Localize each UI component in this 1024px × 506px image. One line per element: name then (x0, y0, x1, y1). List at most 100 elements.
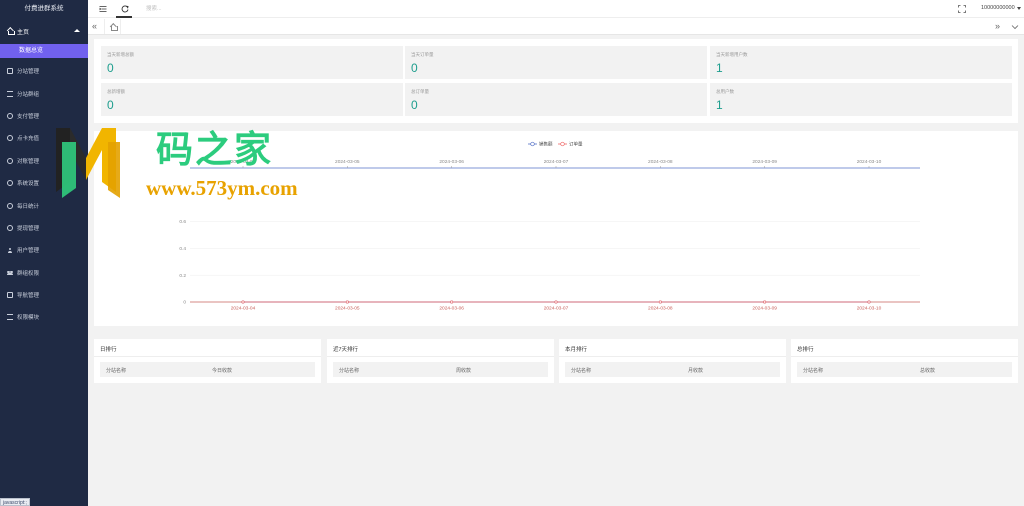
column-header: 分站名称 (339, 368, 360, 374)
user-menu[interactable]: 10000000000 (981, 5, 1021, 11)
sidebar-item-label: 群组权限 (17, 270, 40, 277)
scroll-left-icon[interactable]: « (92, 20, 97, 32)
stat-card: 当天新增用户数 1 (710, 46, 1012, 79)
sidebar-item[interactable]: 权限模块 (0, 306, 88, 328)
x-tick-label: 2024-03-09 (752, 306, 777, 312)
column-header: 月收款 (688, 368, 704, 374)
circle-icon (7, 157, 13, 164)
column-header: 周收款 (456, 368, 472, 374)
watermark: 码之家 www.573ym.com (56, 128, 346, 202)
column-header: 今日收款 (212, 368, 233, 374)
sidebar-item-label: 权限模块 (17, 315, 40, 322)
stat-value: 0 (107, 98, 114, 112)
box-icon (7, 68, 13, 75)
lines-icon (7, 314, 13, 321)
x-tick-label: 2024-03-07 (544, 159, 569, 165)
circle-icon (7, 202, 13, 209)
x-tick-label: 2024-03-08 (648, 159, 673, 165)
stat-card: 总用户数 1 (710, 83, 1012, 116)
stat-value: 0 (411, 98, 418, 112)
top-header: 10000000000 (88, 0, 1024, 18)
search-input[interactable] (146, 4, 266, 14)
circle-icon (7, 224, 13, 231)
y-tick-label: 0.4 (179, 246, 186, 252)
sidebar-item-dashboard[interactable]: 数据总览 (0, 44, 88, 58)
ranking-title: 近7天排行 (333, 347, 359, 353)
sidebar-item[interactable]: 导航管理 (0, 284, 88, 306)
x-tick-label: 2024-03-07 (544, 306, 569, 312)
column-header: 分站名称 (571, 368, 592, 374)
x-tick-label: 2024-03-10 (857, 306, 882, 312)
status-bar-url: javascript:; (0, 498, 30, 506)
data-point (554, 300, 558, 304)
home-icon (111, 24, 118, 31)
circle-icon (7, 135, 13, 142)
box-icon (7, 292, 13, 299)
ranking-panel: 日排行 分站名称 今日收款 (94, 339, 321, 383)
stat-label: 当天新增总额 (107, 52, 134, 57)
data-point (658, 300, 662, 304)
ranking-table-header: 分站名称 周收款 (333, 362, 548, 377)
scroll-right-icon[interactable]: » (995, 20, 1000, 32)
stat-value: 0 (107, 61, 114, 75)
menu-toggle-icon[interactable] (98, 4, 108, 14)
y-tick-label: 0.2 (179, 273, 186, 279)
sidebar-item-label: 用户管理 (17, 248, 40, 255)
watermark-logo-icon (56, 128, 120, 198)
users-icon (7, 270, 13, 276)
refresh-icon[interactable] (120, 4, 130, 14)
user-icon (7, 247, 13, 254)
y-tick-label: 0.6 (179, 219, 186, 225)
ranking-table-header: 分站名称 总收款 (797, 362, 1012, 377)
tab-home[interactable] (104, 19, 121, 34)
sidebar-item-label: 每日统计 (17, 203, 40, 210)
stat-card: 总新增额 0 (101, 83, 403, 116)
circle-icon (7, 112, 13, 119)
column-header: 分站名称 (803, 368, 824, 374)
sidebar-item-label: 点卡充值 (17, 136, 40, 143)
sidebar-group-label: 主页 (17, 29, 30, 36)
stats-panel: 当天新增总额 0 当天订单量 0 当天新增用户数 1 总新增额 0 总订单量 0… (94, 39, 1018, 123)
chevron-down-icon (1016, 6, 1021, 10)
x-tick-label: 2024-03-08 (648, 306, 673, 312)
data-point (867, 300, 871, 304)
data-point (763, 300, 767, 304)
sidebar-item[interactable]: 分站群组 (0, 82, 88, 104)
ranking-table-header: 分站名称 月收款 (565, 362, 780, 377)
legend-marker (560, 141, 565, 147)
sidebar-item[interactable]: 支付管理 (0, 105, 88, 127)
sidebar-item[interactable]: 提现管理 (0, 217, 88, 239)
divider (791, 356, 1018, 357)
sidebar-item[interactable]: 用户管理 (0, 239, 88, 261)
ranking-panel: 总排行 分站名称 总收款 (791, 339, 1018, 383)
sidebar-group-home[interactable]: 主页 (0, 18, 88, 44)
stat-label: 总新增额 (107, 89, 125, 94)
legend-label: 订单量 (569, 141, 583, 148)
column-header: 总收款 (920, 368, 936, 374)
ranking-panel: 本月排行 分站名称 月收款 (559, 339, 786, 383)
username: 10000000000 (981, 5, 1015, 11)
fullscreen-icon[interactable] (958, 5, 966, 13)
ranking-title: 本月排行 (565, 347, 588, 353)
x-tick-label: 2024-03-04 (231, 306, 256, 312)
sidebar-item-label: 提现管理 (17, 225, 40, 232)
divider (327, 356, 554, 357)
caret-up-icon (74, 29, 80, 32)
x-tick-label: 2024-03-09 (752, 159, 777, 165)
x-tick-label: 2024-03-06 (439, 159, 464, 165)
divider (559, 356, 786, 357)
x-tick-label: 2024-03-10 (857, 159, 882, 165)
ranking-title: 总排行 (797, 347, 814, 353)
x-tick-label: 2024-03-06 (439, 306, 464, 312)
sidebar-item[interactable]: 分站管理 (0, 60, 88, 82)
tabs-menu-chevron-icon[interactable] (1011, 24, 1019, 30)
sidebar-item-label: 分站管理 (17, 69, 40, 76)
divider (94, 356, 321, 357)
sidebar-item[interactable]: 群组权限 (0, 262, 88, 284)
stat-label: 当天订单量 (411, 52, 434, 57)
watermark-url: www.573ym.com (146, 176, 298, 200)
stat-card: 总订单量 0 (405, 83, 707, 116)
sidebar-item-label: 导航管理 (17, 293, 40, 300)
app-title: 付费进群系统 (24, 5, 64, 12)
data-point (345, 300, 349, 304)
